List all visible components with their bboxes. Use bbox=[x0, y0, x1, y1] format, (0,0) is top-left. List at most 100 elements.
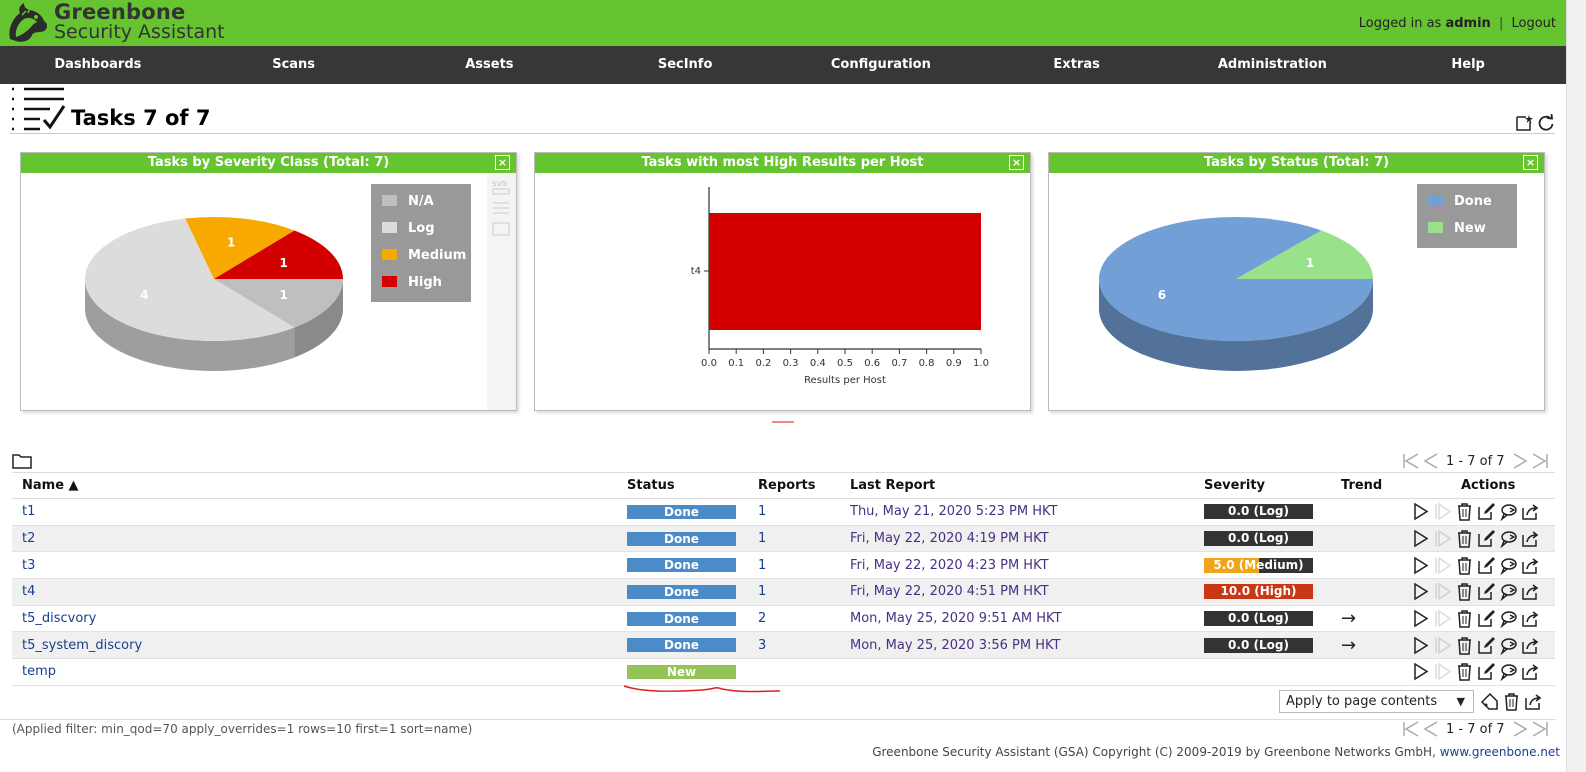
export-icon[interactable] bbox=[1521, 529, 1540, 548]
export-icon[interactable] bbox=[1521, 609, 1540, 628]
last-page-icon[interactable] bbox=[1531, 452, 1549, 470]
column-status[interactable]: Status bbox=[617, 472, 748, 499]
column-reports[interactable]: Reports bbox=[748, 472, 840, 499]
bulk-action-select[interactable]: Apply to page contents ▼ bbox=[1279, 690, 1474, 713]
nav-configuration[interactable]: Configuration bbox=[783, 46, 979, 84]
panel-resize-handle[interactable] bbox=[772, 421, 794, 423]
reports-link[interactable]: 1 bbox=[758, 504, 766, 519]
task-name-link[interactable]: temp bbox=[22, 664, 56, 679]
status-bar[interactable]: Done bbox=[627, 584, 736, 599]
nav-extras[interactable]: Extras bbox=[979, 46, 1175, 84]
severity-bar[interactable]: 0.0 (Log) bbox=[1204, 637, 1313, 653]
table-row[interactable]: t2 Done 1 Fri, May 22, 2020 4:19 PM HKT … bbox=[12, 525, 1555, 553]
previous-page-icon[interactable] bbox=[1422, 452, 1440, 470]
start-icon[interactable] bbox=[1411, 662, 1430, 681]
close-icon[interactable]: × bbox=[1523, 155, 1538, 170]
column-name[interactable]: Name ▲ bbox=[12, 472, 617, 499]
export-icon[interactable] bbox=[1521, 502, 1540, 521]
export-icon[interactable] bbox=[1521, 636, 1540, 655]
edit-icon[interactable] bbox=[1477, 662, 1496, 681]
export-icon[interactable] bbox=[1521, 582, 1540, 601]
bar-t4[interactable] bbox=[709, 213, 981, 330]
tag-icon[interactable] bbox=[1480, 692, 1499, 711]
reports-link[interactable]: 3 bbox=[758, 638, 766, 653]
resume-icon[interactable] bbox=[1433, 582, 1452, 601]
clone-icon[interactable] bbox=[1499, 556, 1518, 575]
task-name-link[interactable]: t3 bbox=[22, 558, 35, 573]
close-icon[interactable]: × bbox=[1009, 155, 1024, 170]
nav-secinfo[interactable]: SecInfo bbox=[587, 46, 783, 84]
export-icon[interactable] bbox=[1521, 556, 1540, 575]
trash-icon[interactable] bbox=[1455, 502, 1474, 522]
nav-scans[interactable]: Scans bbox=[196, 46, 392, 84]
new-task-icon[interactable] bbox=[1515, 114, 1533, 132]
table-row[interactable]: t4 Done 1 Fri, May 22, 2020 4:51 PM HKT … bbox=[12, 578, 1555, 606]
download-svg-icon[interactable]: SVG bbox=[487, 173, 516, 253]
next-page-icon[interactable] bbox=[1511, 720, 1529, 738]
column-last-report[interactable]: Last Report bbox=[840, 472, 1194, 499]
resume-icon[interactable] bbox=[1433, 529, 1452, 548]
last-page-icon[interactable] bbox=[1531, 720, 1549, 738]
table-row[interactable]: temp New bbox=[12, 658, 1555, 686]
edit-icon[interactable] bbox=[1477, 636, 1496, 655]
start-icon[interactable] bbox=[1411, 529, 1430, 548]
nav-dashboards[interactable]: Dashboards bbox=[0, 46, 196, 84]
trash-icon[interactable] bbox=[1502, 692, 1521, 711]
column-severity[interactable]: Severity bbox=[1194, 472, 1331, 499]
last-report-link[interactable]: Thu, May 21, 2020 5:23 PM HKT bbox=[850, 504, 1057, 519]
table-row[interactable]: t1 Done 1 Thu, May 21, 2020 5:23 PM HKT … bbox=[12, 498, 1555, 526]
edit-icon[interactable] bbox=[1477, 609, 1496, 628]
export-icon[interactable] bbox=[1521, 662, 1540, 681]
trash-icon[interactable] bbox=[1455, 636, 1474, 655]
start-icon[interactable] bbox=[1411, 609, 1430, 628]
severity-bar[interactable]: 0.0 (Log) bbox=[1204, 611, 1313, 627]
status-bar[interactable]: Done bbox=[627, 611, 736, 626]
severity-bar[interactable]: 0.0 (Log) bbox=[1204, 504, 1313, 520]
clone-icon[interactable] bbox=[1499, 529, 1518, 549]
clone-icon[interactable] bbox=[1499, 662, 1518, 682]
trash-icon[interactable] bbox=[1455, 582, 1474, 602]
first-page-icon[interactable] bbox=[1402, 452, 1420, 470]
greenbone-link[interactable]: www.greenbone.net bbox=[1440, 745, 1560, 759]
next-page-icon[interactable] bbox=[1511, 452, 1529, 470]
column-trend[interactable]: Trend bbox=[1331, 472, 1421, 499]
clone-icon[interactable] bbox=[1499, 636, 1518, 655]
last-report-link[interactable]: Fri, May 22, 2020 4:23 PM HKT bbox=[850, 558, 1049, 573]
resume-icon[interactable] bbox=[1433, 636, 1452, 655]
nav-administration[interactable]: Administration bbox=[1175, 46, 1371, 84]
status-bar[interactable]: Done bbox=[627, 638, 736, 653]
last-report-link[interactable]: Fri, May 22, 2020 4:19 PM HKT bbox=[850, 531, 1049, 546]
close-icon[interactable]: × bbox=[495, 155, 510, 170]
last-report-link[interactable]: Mon, May 25, 2020 3:56 PM HKT bbox=[850, 638, 1060, 653]
status-bar[interactable]: Done bbox=[627, 531, 736, 546]
start-icon[interactable] bbox=[1411, 636, 1430, 655]
refresh-icon[interactable] bbox=[1537, 114, 1555, 132]
resume-icon[interactable] bbox=[1433, 502, 1452, 521]
clone-icon[interactable] bbox=[1499, 502, 1518, 522]
reports-link[interactable]: 1 bbox=[758, 584, 766, 599]
export-icon[interactable] bbox=[1524, 692, 1543, 711]
task-name-link[interactable]: t1 bbox=[22, 504, 35, 519]
clone-icon[interactable] bbox=[1499, 582, 1518, 602]
status-bar[interactable]: Done bbox=[627, 558, 736, 573]
table-row[interactable]: t3 Done 1 Fri, May 22, 2020 4:23 PM HKT … bbox=[12, 551, 1555, 580]
severity-bar[interactable]: 0.0 (Log) bbox=[1204, 531, 1313, 547]
trash-icon[interactable] bbox=[1455, 556, 1474, 575]
task-name-link[interactable]: t5_discvory bbox=[22, 611, 96, 626]
severity-bar[interactable]: 5.0 (Medium) bbox=[1204, 557, 1313, 573]
status-bar[interactable]: New bbox=[627, 664, 736, 679]
resume-icon[interactable] bbox=[1433, 662, 1452, 681]
start-icon[interactable] bbox=[1411, 582, 1430, 601]
edit-icon[interactable] bbox=[1477, 529, 1496, 548]
trash-icon[interactable] bbox=[1455, 529, 1474, 548]
folder-icon[interactable] bbox=[12, 452, 32, 469]
first-page-icon[interactable] bbox=[1402, 720, 1420, 738]
clone-icon[interactable] bbox=[1499, 609, 1518, 629]
reports-link[interactable]: 1 bbox=[758, 531, 766, 546]
status-bar[interactable]: Done bbox=[627, 504, 736, 519]
table-row[interactable]: t5_discvory Done 2 Mon, May 25, 2020 9:5… bbox=[12, 605, 1555, 633]
task-name-link[interactable]: t2 bbox=[22, 531, 35, 546]
table-row[interactable]: t5_system_discory Done 3 Mon, May 25, 20… bbox=[12, 631, 1555, 660]
edit-icon[interactable] bbox=[1477, 582, 1496, 601]
resume-icon[interactable] bbox=[1433, 609, 1452, 628]
